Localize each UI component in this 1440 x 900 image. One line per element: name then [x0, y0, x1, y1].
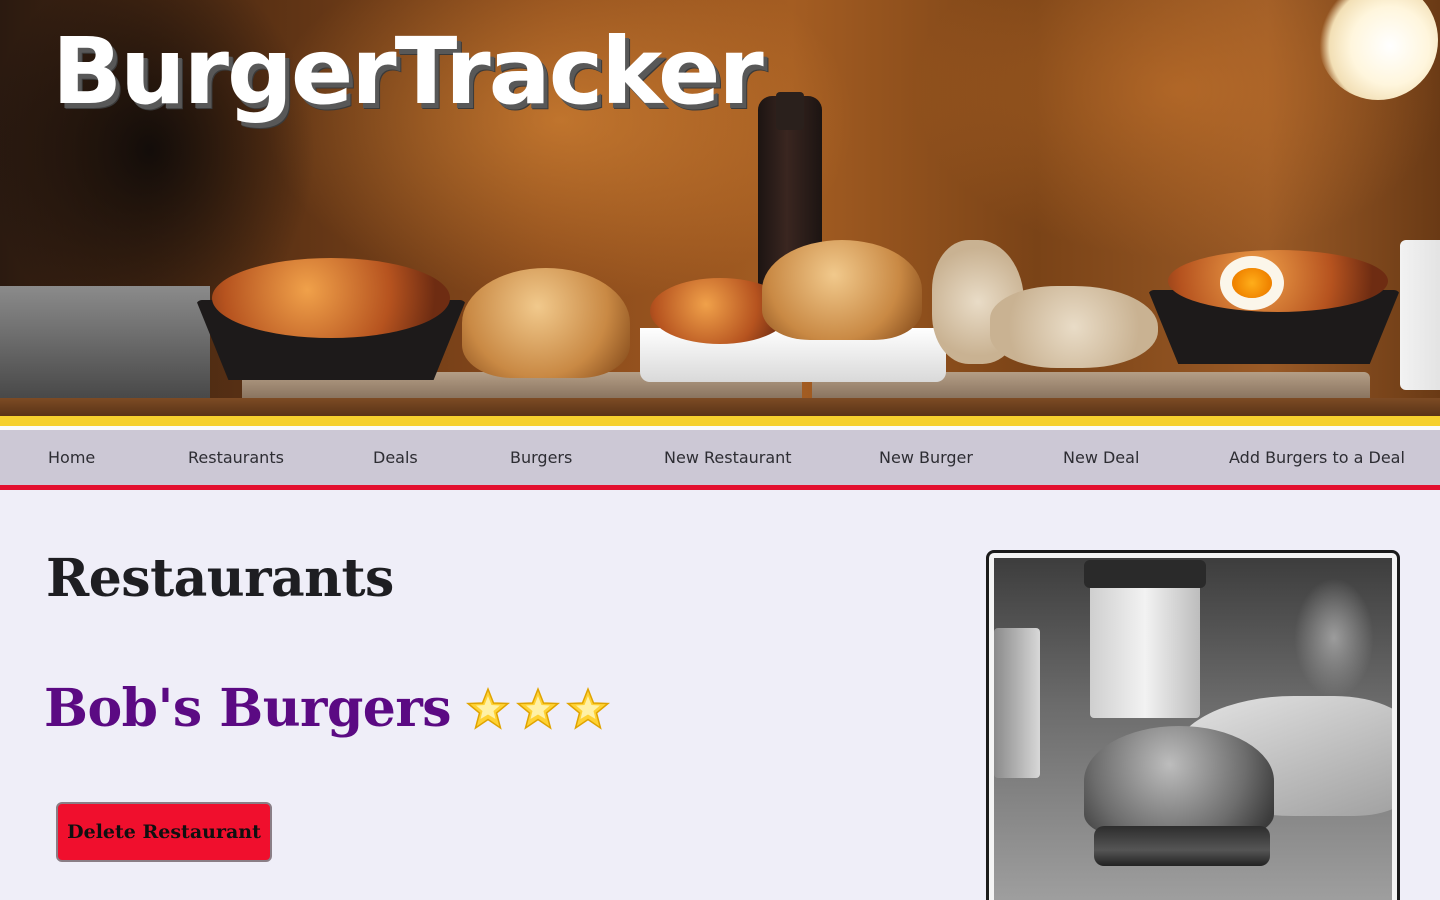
nav-bottom-stripe [0, 485, 1440, 490]
restaurant-photo [994, 558, 1392, 900]
nav-item-new-burger[interactable]: New Burger [879, 448, 973, 467]
hero-banner: BurgerTracker [0, 0, 1440, 416]
photo-background-blur [1294, 578, 1374, 698]
restaurant-name-link[interactable]: Bob's Burgers [44, 678, 452, 739]
nav-item-restaurants[interactable]: Restaurants [188, 448, 284, 467]
hero-steel-counter [0, 286, 210, 416]
hero-fries [212, 258, 450, 338]
photo-coffee-cup [1084, 560, 1206, 718]
nav-item-deals[interactable]: Deals [373, 448, 418, 467]
nav-item-add-burgers-to-deal[interactable]: Add Burgers to a Deal [1229, 448, 1405, 467]
hero-lamp [1318, 0, 1438, 100]
star-icon [565, 686, 611, 732]
hero-burger [462, 268, 630, 378]
nav-top-stripe [0, 416, 1440, 426]
nav-item-burgers[interactable]: Burgers [510, 448, 572, 467]
restaurant-entry: Bob's Burgers [44, 678, 611, 739]
hero-egg-fries [1168, 250, 1388, 312]
restaurant-rating [465, 686, 611, 732]
hero-egg-yolk [1232, 268, 1272, 298]
site-logo-text[interactable]: BurgerTracker [52, 18, 764, 125]
nav-item-new-restaurant[interactable]: New Restaurant [664, 448, 792, 467]
photo-burger-patty [1094, 826, 1270, 866]
photo-burger-bun [1084, 726, 1274, 836]
restaurant-photo-frame [986, 550, 1400, 900]
hero-cup [1400, 240, 1440, 390]
nav-item-home[interactable]: Home [48, 448, 95, 467]
star-icon [465, 686, 511, 732]
main-nav: Home Restaurants Deals Burgers New Resta… [0, 426, 1440, 485]
star-icon [515, 686, 561, 732]
page-title: Restaurants [46, 548, 394, 609]
nav-item-new-deal[interactable]: New Deal [1063, 448, 1139, 467]
hero-burger-open [762, 240, 922, 340]
photo-glass [994, 628, 1040, 778]
delete-restaurant-button[interactable]: Delete Restaurant [56, 802, 272, 862]
hero-wrap-cut [990, 286, 1158, 368]
hero-wood-counter [0, 398, 1440, 416]
